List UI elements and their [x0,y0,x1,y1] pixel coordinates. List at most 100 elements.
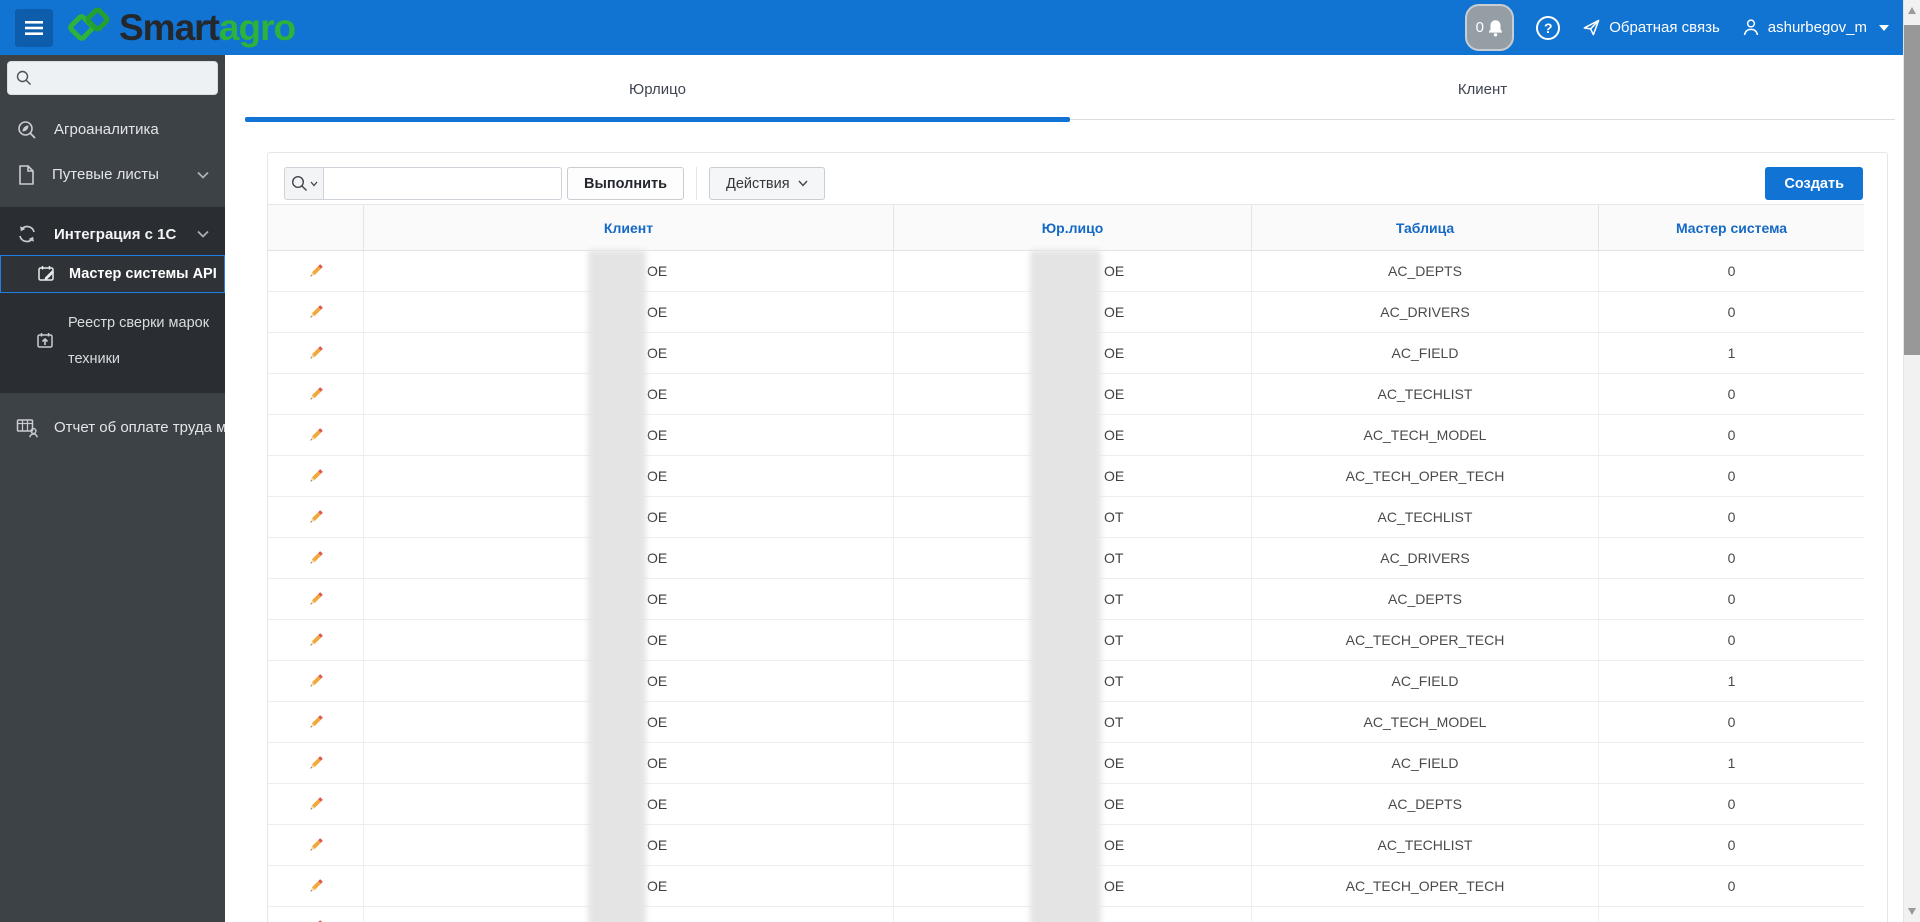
edit-row-button[interactable] [268,456,364,496]
sidebar-search-input[interactable] [38,70,219,86]
document-icon [16,164,36,186]
smartagro-logo-icon [67,7,119,49]
master-system-cell: 0 [1727,427,1736,443]
brand-word-smart: Smart [119,7,220,48]
client-visible-suffix: ОЕ [647,714,668,730]
sidebar-item-payroll-report[interactable]: Отчет об оплате труда м [0,405,225,450]
client-visible-suffix: ОЕ [647,304,668,320]
entity-visible-suffix: ОТ [1104,673,1124,689]
sidebar-item-1c-integration[interactable]: Интеграция с 1С [0,213,225,255]
table-name-cell: AC_TECHLIST [1252,497,1599,537]
edit-pencil-icon [306,303,325,322]
master-system-cell: 0 [1727,509,1736,525]
report-search-input[interactable] [324,167,562,200]
sidebar-item-waybills[interactable]: Путевые листы [0,152,225,197]
edit-row-button[interactable] [268,866,364,906]
edit-pencil-icon [306,344,325,363]
actions-label: Действия [726,175,790,192]
search-icon [16,70,32,86]
top-bar-right: 0 ? Обратная связь ashurbegov_m [1465,4,1903,51]
feedback-link[interactable]: Обратная связь [1582,18,1720,37]
create-button[interactable]: Создать [1765,167,1863,200]
calendar-edit-icon [37,264,57,284]
redaction-blur-entity [1030,250,1101,922]
page: Smartagro 0 ? Обратная связь ashurbegov_… [0,0,1920,922]
master-system-cell: 0 [1727,878,1736,894]
edit-row-button[interactable] [268,333,364,373]
edit-row-button[interactable] [268,825,364,865]
table-name-cell: AC_TECHLIST [1252,825,1599,865]
edit-row-button[interactable] [268,579,364,619]
edit-row-button[interactable] [268,743,364,783]
column-header-master-system[interactable]: Мастер система [1599,205,1864,250]
edit-pencil-icon [306,590,325,609]
master-system-cell: 0 [1727,386,1736,402]
go-button[interactable]: Выполнить [567,167,685,200]
tab-legal-entity[interactable]: Юрлицо [245,60,1070,122]
sidebar-item-master-systems-api[interactable]: Мастер системы API [0,255,225,293]
edit-row-button[interactable] [268,292,364,332]
edit-pencil-icon [306,672,325,691]
entity-visible-suffix: ОТ [1104,632,1124,648]
master-system-cell: 1 [1727,673,1736,689]
table-name-cell: AC_DEPTS [1252,579,1599,619]
top-bar: Smartagro 0 ? Обратная связь ashurbegov_… [0,0,1903,55]
table-name-cell: AC_DRIVERS [1252,292,1599,332]
user-menu[interactable]: ashurbegov_m [1742,18,1889,37]
main-content: Юрлицо Клиент Выполнить Действия Создать… [225,55,1903,922]
sidebar-item-agroanalytics[interactable]: Агроаналитика [0,107,225,152]
edit-pencil-icon [306,795,325,814]
scrollbar-down-arrow-icon[interactable] [1908,908,1916,915]
edit-pencil-icon [306,426,325,445]
entity-visible-suffix: ОЕ [1104,878,1125,894]
client-visible-suffix: ОЕ [647,878,668,894]
scrollbar-up-arrow-icon[interactable] [1908,7,1916,14]
report-person-icon [16,418,38,438]
edit-row-button[interactable] [268,251,364,291]
master-system-cell: 0 [1727,550,1736,566]
sync-icon [16,223,38,245]
sidebar-search-box[interactable] [7,61,219,95]
edit-pencil-icon [306,467,325,486]
edit-row-button[interactable] [268,620,364,660]
actions-menu-button[interactable]: Действия [709,167,825,200]
tab-client[interactable]: Клиент [1070,60,1895,119]
master-system-cell: 1 [1727,755,1736,771]
bell-icon [1487,19,1504,37]
hamburger-menu-button[interactable] [15,8,53,47]
master-system-cell: 0 [1599,907,1864,922]
entity-visible-suffix: ОЕ [1104,755,1125,771]
column-header-table[interactable]: Таблица [1252,205,1599,250]
sidebar-item-registry-verification[interactable]: Реестр сверки марок техники [0,299,225,383]
calendar-upload-icon [36,331,56,351]
search-icon [291,175,308,192]
edit-pencil-icon [306,385,325,404]
entity-visible-suffix: ОЕ [1104,345,1125,361]
scrollbar-thumb[interactable] [1904,25,1920,355]
vertical-scrollbar[interactable] [1903,0,1920,922]
notifications-button[interactable]: 0 [1465,4,1515,51]
client-visible-suffix: ОЕ [647,673,668,689]
edit-row-button[interactable] [268,907,364,922]
entity-visible-suffix: ОЕ [1104,837,1125,853]
column-header-legal-entity[interactable]: Юр.лицо [894,205,1252,250]
edit-row-button[interactable] [268,538,364,578]
sidebar-item-label: Мастер системы API [69,266,217,282]
edit-row-button[interactable] [268,784,364,824]
edit-row-button[interactable] [268,497,364,537]
master-system-cell: 0 [1727,837,1736,853]
edit-row-button[interactable] [268,374,364,414]
edit-pencil-icon [306,754,325,773]
edit-row-button[interactable] [268,702,364,742]
user-icon [1742,18,1760,37]
help-button[interactable]: ? [1536,15,1561,40]
table-name-cell: AC_DRIVERS [1252,538,1599,578]
search-column-dropdown-button[interactable] [284,167,324,200]
edit-pencil-icon [306,918,325,922]
edit-row-button[interactable] [268,415,364,455]
toolbar-divider [696,167,698,200]
edit-row-button[interactable] [268,661,364,701]
hamburger-icon [24,20,44,36]
entity-visible-suffix: ОТ [1104,550,1124,566]
column-header-client[interactable]: Клиент [364,205,894,250]
